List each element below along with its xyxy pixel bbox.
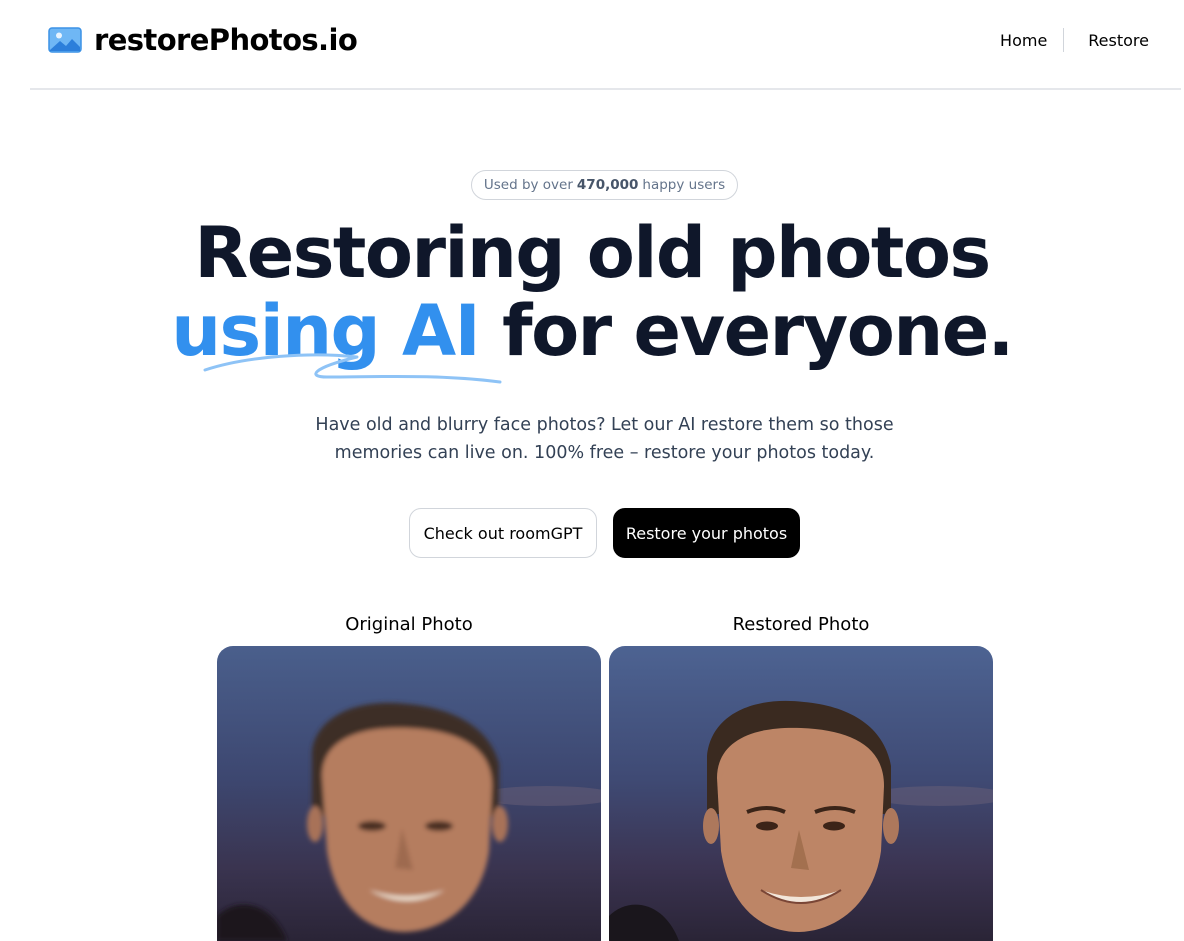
original-photo xyxy=(217,646,601,941)
hero-title-rest: for everyone. xyxy=(502,290,1014,372)
nav-divider xyxy=(1063,28,1065,52)
restored-photo xyxy=(609,646,993,941)
roomgpt-button[interactable]: Check out roomGPT xyxy=(409,508,597,558)
nav-restore-link[interactable]: Restore xyxy=(1088,31,1149,50)
photo-icon xyxy=(48,27,82,53)
brand-logo[interactable]: restorePhotos.io xyxy=(48,20,358,60)
original-photo-label: Original Photo xyxy=(345,614,473,635)
hero-title-line2: using AI for everyone. xyxy=(0,292,1184,370)
restored-photo-label: Restored Photo xyxy=(732,614,870,635)
hero-title: Restoring old photos using AI for everyo… xyxy=(0,214,1184,370)
brand-name: restorePhotos.io xyxy=(94,23,358,57)
main-nav: Home Restore xyxy=(1000,28,1149,52)
badge-count: 470,000 xyxy=(576,177,639,193)
site-header: restorePhotos.io Home Restore xyxy=(30,0,1181,90)
users-badge: Used by over 470,000 happy users xyxy=(471,170,738,200)
nav-home-link[interactable]: Home xyxy=(1000,31,1047,50)
underline-squiggle xyxy=(203,353,502,384)
restore-photos-button[interactable]: Restore your photos xyxy=(613,508,800,558)
hero-subtitle: Have old and blurry face photos? Let our… xyxy=(315,415,894,463)
badge-prefix: Used by over xyxy=(483,177,573,193)
hero-title-line1: Restoring old photos xyxy=(194,212,991,294)
badge-suffix: happy users xyxy=(642,177,726,193)
